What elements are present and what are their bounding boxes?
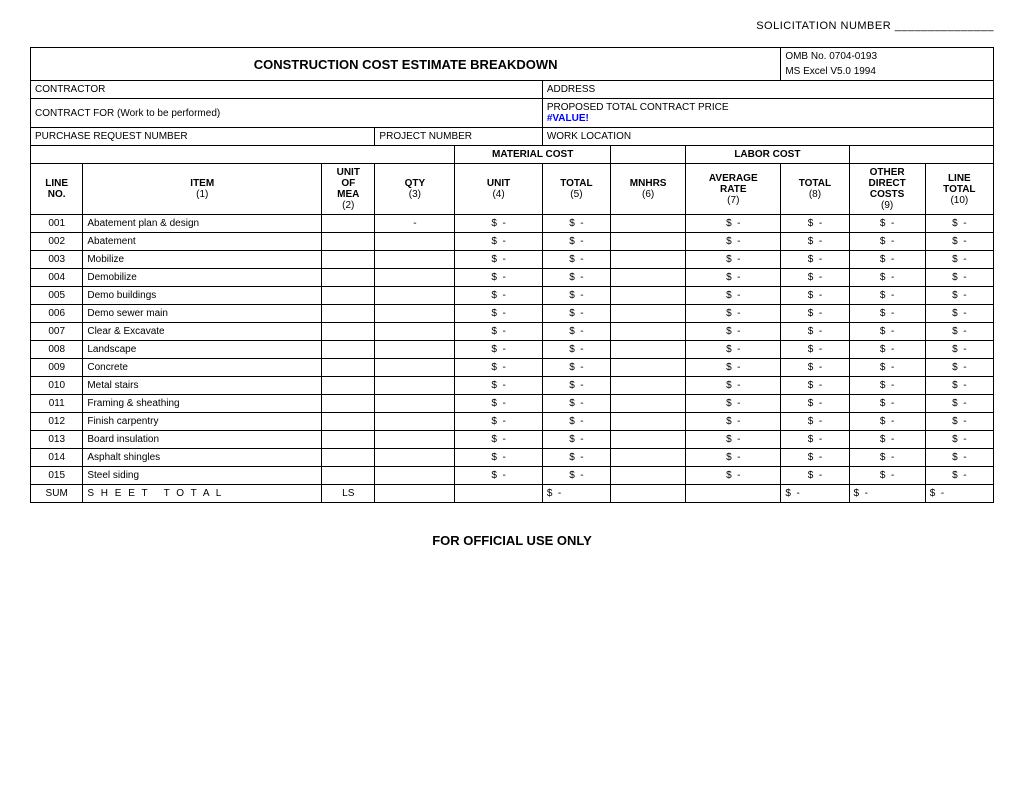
table-row: 006Demo sewer main $ -$ - $ -$ - $ -$ -: [31, 305, 994, 323]
table-row: 002Abatement $ -$ - $ -$ - $ -$ -: [31, 233, 994, 251]
table-row: 003Mobilize $ -$ - $ -$ - $ -$ -: [31, 251, 994, 269]
table-row: 013Board insulation $ -$ - $ -$ - $ -$ -: [31, 431, 994, 449]
labor-cost-header: LABOR COST: [686, 146, 849, 164]
form-title: CONSTRUCTION COST ESTIMATE BREAKDOWN: [31, 48, 781, 81]
col-item: ITEM(1): [83, 164, 322, 215]
table-row: 004Demobilize $ -$ - $ -$ - $ -$ -: [31, 269, 994, 287]
table-row: 007Clear & Excavate $ -$ - $ -$ - $ -$ -: [31, 323, 994, 341]
col-labor-total: TOTAL(8): [781, 164, 849, 215]
col-other-direct: OTHERDIRECTCOSTS(9): [849, 164, 925, 215]
table-row: 015Steel siding $ -$ - $ -$ - $ -$ -: [31, 467, 994, 485]
material-cost-header: MATERIAL COST: [455, 146, 611, 164]
purchase-request-label: PURCHASE REQUEST NUMBER: [31, 128, 375, 146]
work-location-label: WORK LOCATION: [542, 128, 993, 146]
col-unit: UNIT(4): [455, 164, 542, 215]
table-row: 005Demo buildings $ -$ - $ -$ - $ -$ -: [31, 287, 994, 305]
address-label: ADDRESS: [542, 81, 993, 99]
col-qty: QTY(3): [375, 164, 455, 215]
col-line-total: LINETOTAL(10): [925, 164, 993, 215]
col-mnhrs: MNHRS(6): [611, 164, 686, 215]
table-row: 010Metal stairs $ -$ - $ -$ - $ -$ -: [31, 377, 994, 395]
table-row: 008Landscape $ -$ - $ -$ - $ -$ -: [31, 341, 994, 359]
table-row: 009Concrete $ -$ - $ -$ - $ -$ -: [31, 359, 994, 377]
footer-text: FOR OFFICIAL USE ONLY: [30, 533, 994, 548]
table-row: 014Asphalt shingles $ -$ - $ -$ - $ -$ -: [31, 449, 994, 467]
proposed-label: PROPOSED TOTAL CONTRACT PRICE #VALUE!: [542, 99, 993, 128]
table-row: 012Finish carpentry $ -$ - $ -$ - $ -$ -: [31, 413, 994, 431]
table-row: 011Framing & sheathing $ -$ - $ -$ - $ -…: [31, 395, 994, 413]
project-number-label: PROJECT NUMBER: [375, 128, 542, 146]
table-row: 001Abatement plan & design- $ -$ - $ -$ …: [31, 215, 994, 233]
sum-row: SUM S H E E T T O T A L LS $ - $ - $ - $…: [31, 485, 994, 503]
col-line-no: LINENO.: [31, 164, 83, 215]
col-unit-mea: UNITOFMEA(2): [322, 164, 375, 215]
contract-for-label: CONTRACT FOR (Work to be performed): [31, 99, 543, 128]
contractor-label: CONTRACTOR: [31, 81, 543, 99]
solicitation-number: SOLICITATION NUMBER _______________: [30, 20, 994, 32]
col-total-mat: TOTAL(5): [542, 164, 610, 215]
omb-info: OMB No. 0704-0193 MS Excel V5.0 1994: [781, 48, 994, 81]
col-avg-rate: AVERAGERATE(7): [686, 164, 781, 215]
